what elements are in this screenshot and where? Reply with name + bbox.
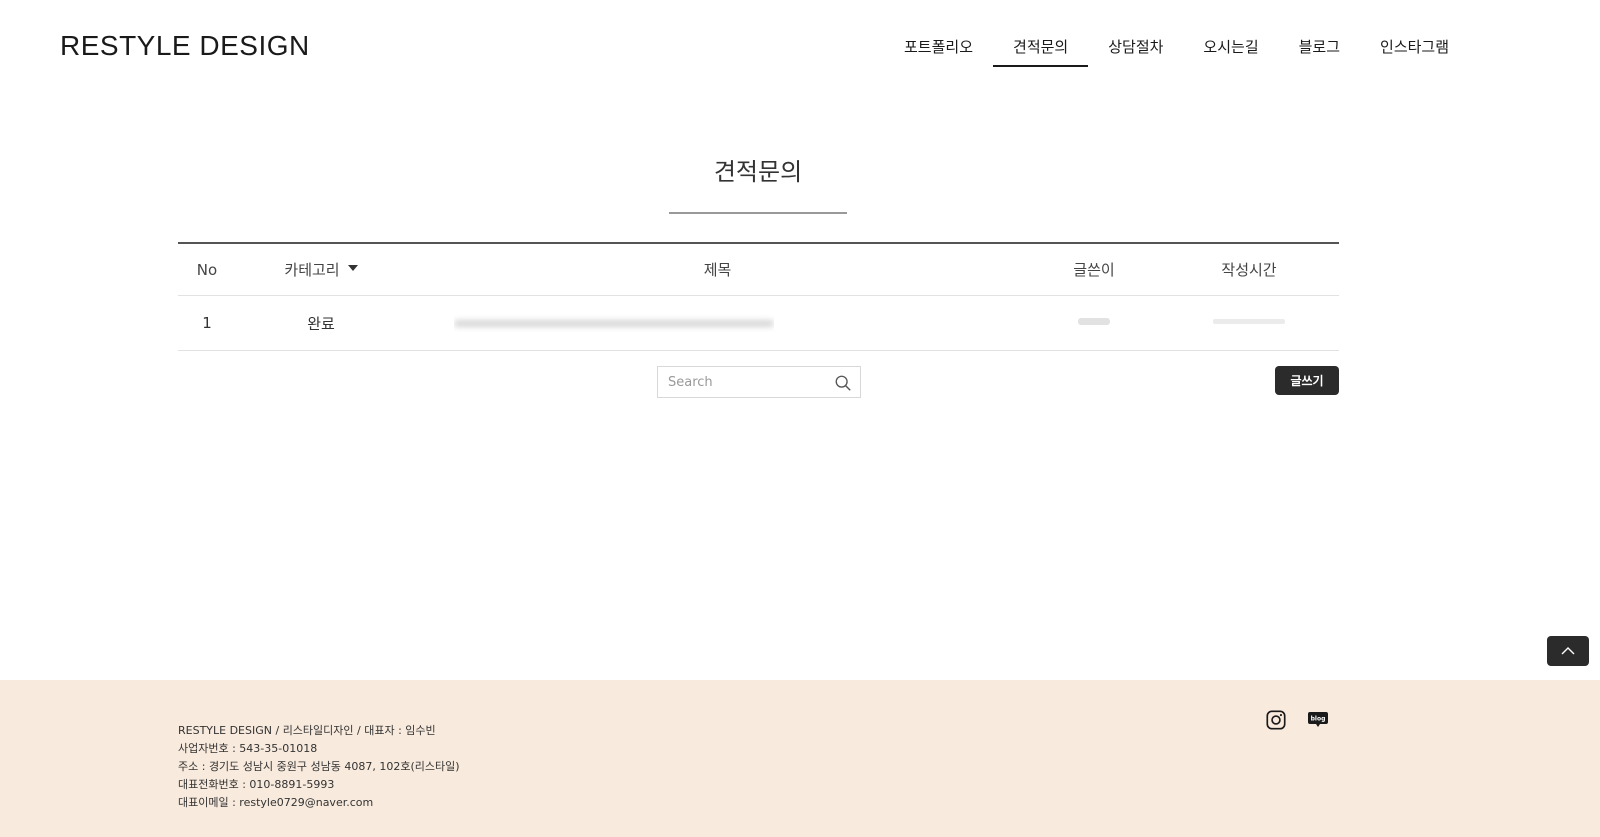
category-filter-dropdown[interactable]: 카테고리	[236, 259, 406, 280]
instagram-icon	[1266, 710, 1286, 730]
blurred-time-placeholder	[1213, 319, 1285, 324]
column-header-time: 작성시간	[1221, 261, 1277, 279]
blog-link[interactable]: blog	[1306, 708, 1330, 732]
row-no: 1	[202, 314, 212, 332]
table-row[interactable]: 1 완료	[178, 296, 1339, 351]
social-links: blog	[1264, 708, 1330, 732]
row-writer	[1029, 312, 1159, 334]
site-footer: RESTYLE DESIGN / 리스타일디자인 / 대표자 : 임수빈 사업자…	[0, 680, 1600, 837]
nav-item-instagram[interactable]: 인스타그램	[1360, 26, 1469, 66]
site-logo[interactable]: RESTYLE DESIGN	[60, 30, 310, 62]
caret-down-icon	[347, 264, 358, 271]
instagram-link[interactable]	[1264, 708, 1288, 732]
nav-item-blog[interactable]: 블로그	[1279, 26, 1360, 66]
site-header: RESTYLE DESIGN 포트폴리오 견적문의 상담절차 오시는길 블로그 …	[0, 0, 1600, 100]
title-divider	[669, 212, 847, 214]
nav-item-consult-process[interactable]: 상담절차	[1088, 26, 1183, 66]
chevron-up-icon	[1561, 647, 1575, 655]
row-time	[1159, 312, 1339, 334]
search-box	[657, 366, 861, 398]
blog-icon: blog	[1308, 712, 1328, 727]
blurred-title-placeholder	[454, 320, 774, 327]
search-icon[interactable]	[834, 374, 852, 392]
blurred-writer-placeholder	[1078, 318, 1110, 325]
nav-item-directions[interactable]: 오시는길	[1183, 26, 1278, 66]
page-title: 견적문의	[713, 158, 803, 186]
column-header-title: 제목	[703, 261, 732, 279]
nav-item-portfolio[interactable]: 포트폴리오	[884, 26, 993, 66]
company-info: RESTYLE DESIGN / 리스타일디자인 / 대표자 : 임수빈 사업자…	[178, 722, 460, 812]
search-input[interactable]	[658, 367, 828, 397]
row-category: 완료	[236, 313, 406, 334]
column-header-category: 카테고리	[284, 261, 340, 279]
scroll-to-top-button[interactable]	[1547, 636, 1589, 666]
write-button[interactable]: 글쓰기	[1275, 366, 1339, 395]
footer-line-business-number: 사업자번호 : 543-35-01018	[178, 742, 318, 755]
svg-text:blog: blog	[1311, 716, 1326, 723]
nav-item-estimate[interactable]: 견적문의	[993, 26, 1089, 67]
footer-line-phone: 대표전화번호 : 010-8891-5993	[178, 778, 335, 791]
footer-line-address: 주소 : 경기도 성남시 중원구 성남동 4087, 102호(리스타일)	[178, 760, 460, 773]
column-header-writer: 글쓴이	[1073, 261, 1115, 279]
main-nav: 포트폴리오 견적문의 상담절차 오시는길 블로그 인스타그램	[884, 26, 1469, 67]
row-title-link[interactable]	[406, 314, 1029, 332]
table-header: No 카테고리 제목 글쓴이 작성시간	[178, 242, 1339, 296]
footer-line-email: 대표이메일 : restyle0729@naver.com	[178, 796, 374, 809]
board-table: No 카테고리 제목 글쓴이 작성시간 1 완료	[178, 242, 1339, 351]
row-category-label: 완료	[307, 314, 335, 333]
footer-line-company: RESTYLE DESIGN / 리스타일디자인 / 대표자 : 임수빈	[178, 724, 436, 737]
column-header-no: No	[196, 260, 218, 279]
